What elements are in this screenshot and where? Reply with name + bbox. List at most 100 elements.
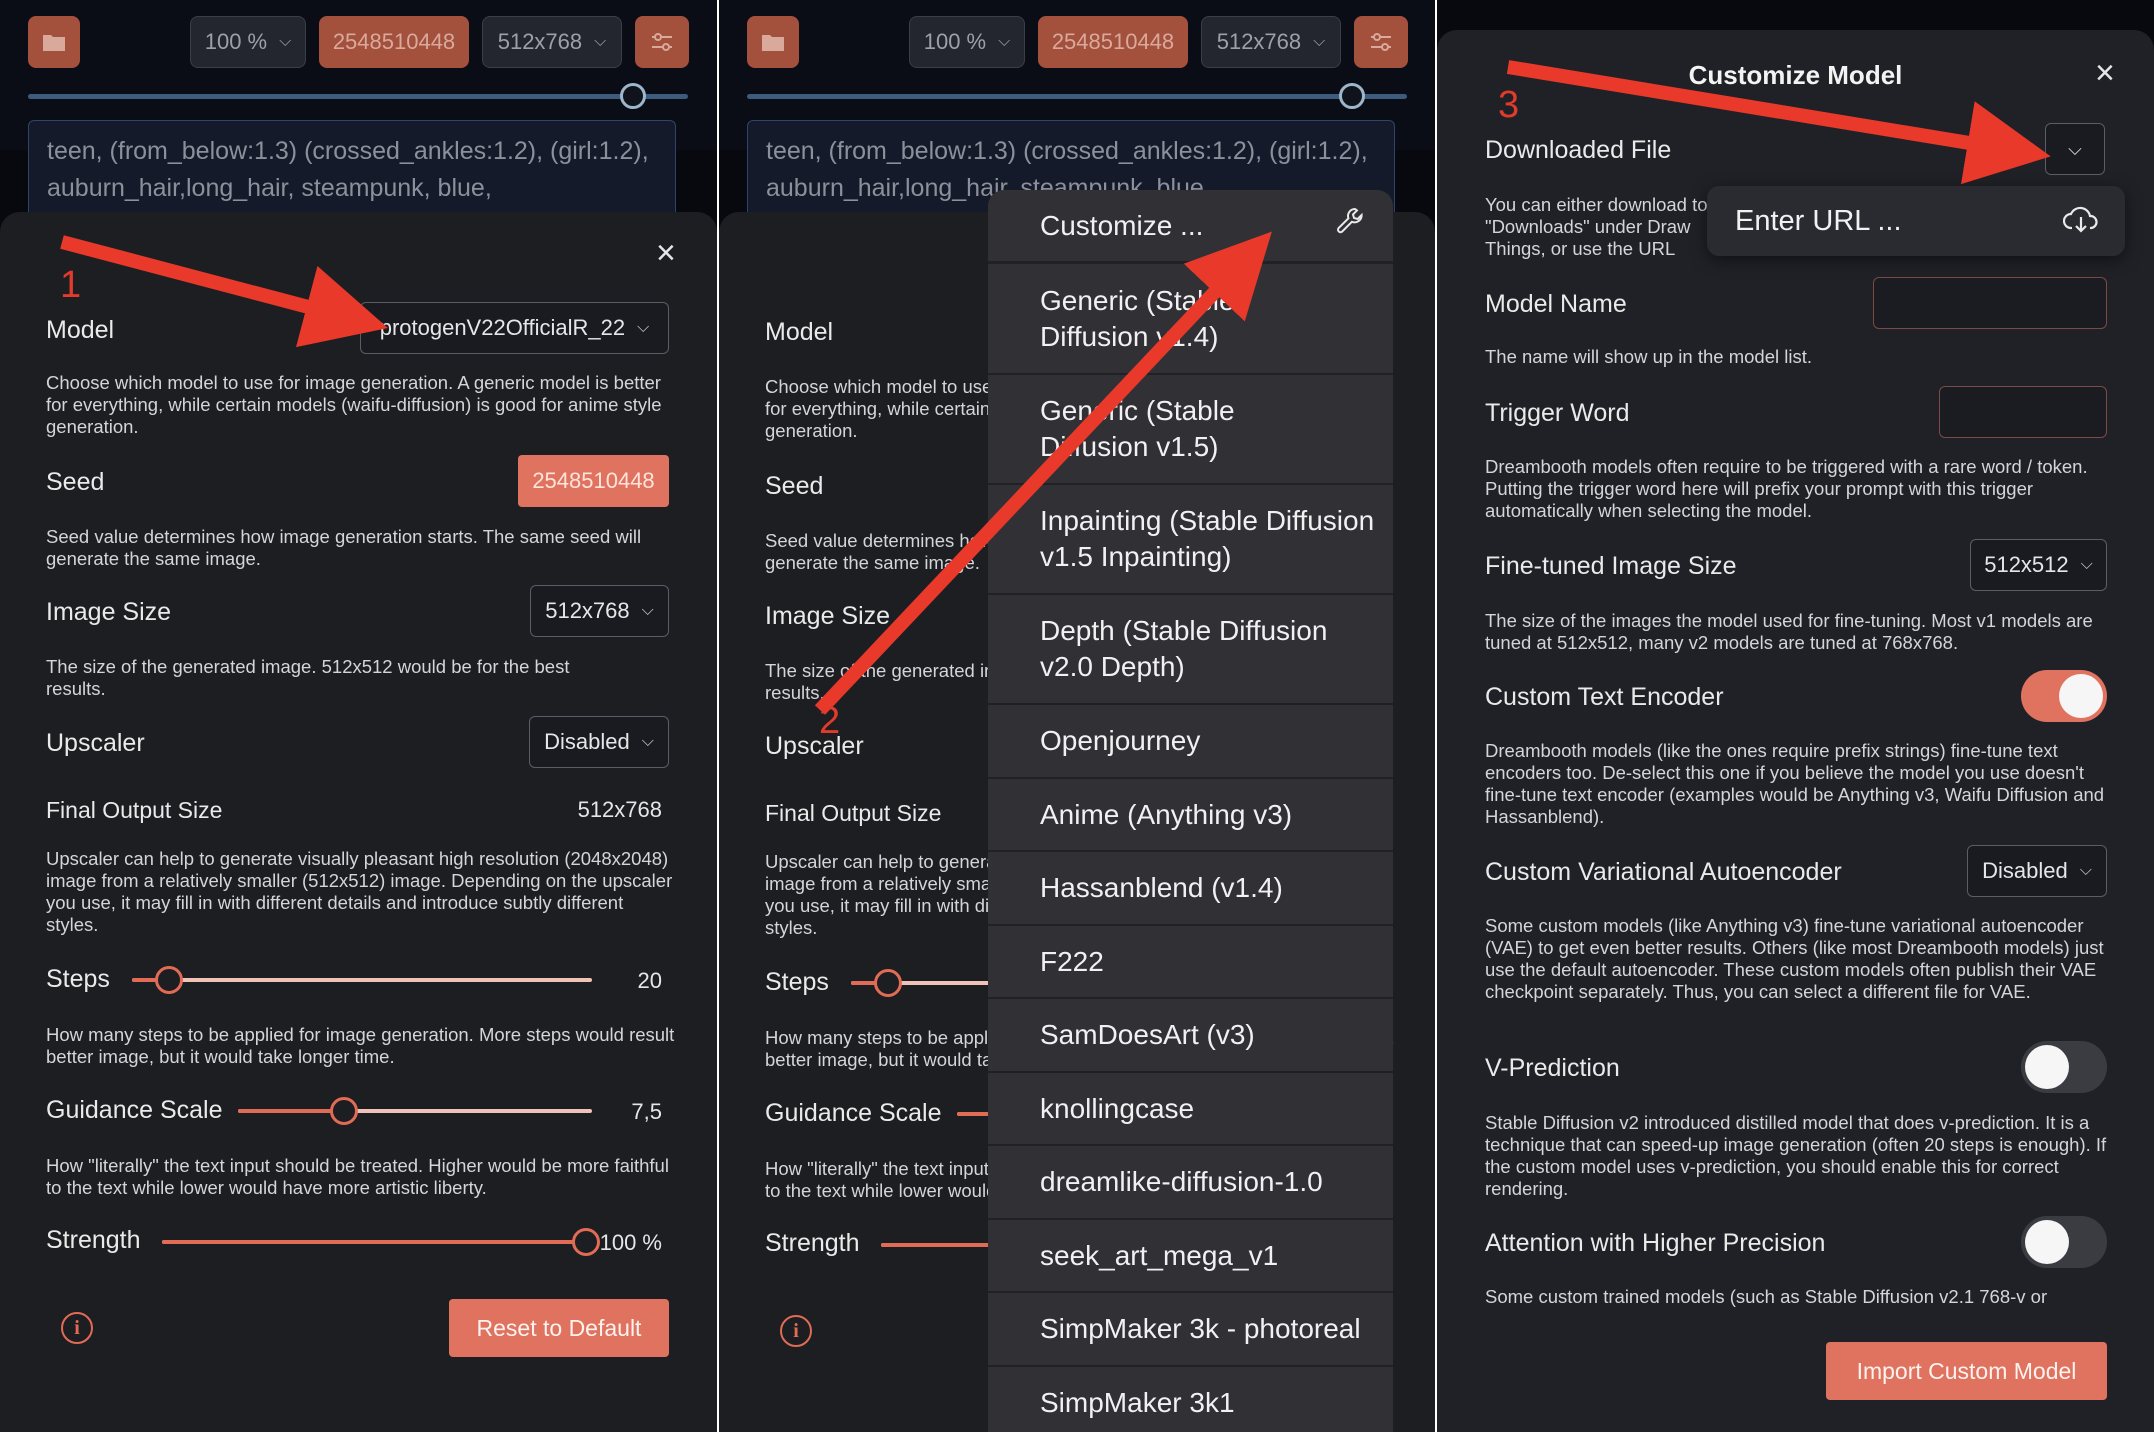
guidance-description: How "literally" the text input should be…: [46, 1155, 669, 1198]
size-select[interactable]: 512x768 ⌵: [1201, 16, 1341, 68]
step-number-2: 2: [819, 700, 841, 742]
menu-item-label: Depth (Stable Diffusion v2.0 Depth): [1040, 615, 1328, 682]
menu-item-model[interactable]: Openjourney: [988, 705, 1393, 779]
upscaler-select[interactable]: Disabled ⌵: [529, 716, 669, 768]
steps-slider-thumb[interactable]: [154, 966, 183, 994]
chevron-down-icon: ⌵: [2068, 138, 2082, 159]
guidance-slider[interactable]: [238, 1097, 592, 1125]
wrench-icon: [1335, 206, 1365, 245]
progress-slider[interactable]: [747, 94, 1407, 99]
top-toolbar: 100 % ⌵ 2548510448 512x768 ⌵ teen, (from_b…: [0, 0, 717, 220]
zoom-select[interactable]: 100 % ⌵: [909, 16, 1025, 68]
custom-vae-select[interactable]: Disabled ⌵: [1967, 845, 2107, 897]
info-icon[interactable]: i: [780, 1315, 812, 1347]
model-name-description: The name will show up in the model list.: [1485, 346, 1812, 367]
menu-item-model[interactable]: dreamlike-diffusion-1.0: [988, 1146, 1393, 1220]
menu-item-model[interactable]: SamDoesArt (v3): [988, 999, 1393, 1073]
guidance-label: Guidance Scale: [765, 1099, 942, 1127]
model-select[interactable]: protogenV22OfficialR_22 ⌵: [360, 302, 669, 354]
menu-item-model[interactable]: Generic (Stable Diffusion v1.4): [988, 264, 1393, 375]
strength-label: Strength: [765, 1229, 860, 1257]
progress-slider-thumb[interactable]: [1339, 83, 1365, 109]
info-icon[interactable]: i: [61, 1312, 93, 1344]
seed-field[interactable]: 2548510448: [518, 455, 669, 507]
custom-vae-value: Disabled: [1982, 858, 2068, 883]
v-prediction-toggle[interactable]: [2021, 1041, 2107, 1093]
menu-item-label: SamDoesArt (v3): [1040, 1019, 1255, 1050]
settings-panel: 100 % ⌵ 2548510448 512x768 ⌵ teen, (from_b…: [0, 0, 717, 1432]
settings-toggle-button[interactable]: [1354, 16, 1408, 68]
menu-item-model[interactable]: Depth (Stable Diffusion v2.0 Depth): [988, 595, 1393, 705]
guidance-slider-thumb[interactable]: [330, 1097, 359, 1125]
prompt-input[interactable]: teen, (from_below:1.3) (crossed_ankles:1…: [28, 120, 676, 220]
attention-precision-description: Some custom trained models (such as Stab…: [1485, 1286, 2048, 1307]
menu-item-model[interactable]: F222: [988, 926, 1393, 999]
v-prediction-label: V-Prediction: [1485, 1054, 1620, 1082]
fine-tuned-size-value: 512x512: [1984, 552, 2069, 577]
steps-slider-thumb[interactable]: [873, 969, 902, 997]
step-number-3: 3: [1498, 84, 1520, 126]
model-name-input[interactable]: [1873, 277, 2107, 329]
folder-button[interactable]: [747, 16, 799, 68]
menu-item-model[interactable]: Hassanblend (v1.4): [988, 852, 1393, 926]
folder-button[interactable]: [28, 16, 80, 68]
fine-tuned-size-select[interactable]: 512x512 ⌵: [1970, 539, 2107, 591]
size-value: 512x768: [497, 29, 583, 54]
folder-icon: [43, 35, 65, 51]
progress-slider-thumb[interactable]: [620, 83, 646, 109]
custom-text-encoder-toggle[interactable]: [2021, 670, 2107, 722]
close-icon[interactable]: ×: [656, 234, 676, 273]
menu-item-label: Hassanblend (v1.4): [1040, 872, 1283, 903]
menu-item-model[interactable]: knollingcase: [988, 1073, 1393, 1146]
menu-item-customize[interactable]: Customize ...: [988, 190, 1393, 264]
trigger-word-input[interactable]: [1939, 386, 2107, 438]
chevron-down-icon: ⌵: [637, 319, 650, 336]
steps-value: 20: [637, 968, 662, 993]
chevron-down-icon: ⌵: [641, 733, 654, 750]
size-select[interactable]: 512x768 ⌵: [482, 16, 622, 68]
image-size-label: Image Size: [46, 598, 172, 626]
menu-item-model[interactable]: Inpainting (Stable Diffusion v1.5 Inpain…: [988, 485, 1393, 595]
downloaded-file-select[interactable]: ⌵: [2045, 123, 2105, 175]
chevron-down-icon: ⌵: [2080, 556, 2093, 573]
menu-item-model[interactable]: SimpMaker 3k - photoreal: [988, 1293, 1393, 1367]
model-label: Model: [46, 316, 115, 344]
image-size-select[interactable]: 512x768 ⌵: [530, 585, 669, 637]
steps-slider[interactable]: [132, 966, 592, 994]
menu-item-label: Inpainting (Stable Diffusion v1.5 Inpain…: [1040, 505, 1375, 572]
menu-item-model[interactable]: seek_art_mega_v1: [988, 1220, 1393, 1293]
strength-slider-fill: [162, 1240, 586, 1244]
downloaded-file-description: You can either download to "Downloads" u…: [1485, 194, 1713, 262]
menu-item-label: knollingcase: [1040, 1092, 1195, 1124]
sliders-icon: [1371, 33, 1391, 51]
menu-item-label: seek_art_mega_v1: [1040, 1239, 1279, 1271]
model-description: Choose which model to use for image gene…: [46, 372, 662, 437]
attention-precision-toggle[interactable]: [2021, 1216, 2107, 1268]
seed-button[interactable]: 2548510448: [1038, 16, 1188, 68]
sheet-title: Customize Model: [1688, 60, 1903, 90]
menu-item-model[interactable]: Anime (Anything v3): [988, 779, 1393, 852]
reset-to-default-button[interactable]: Reset to Default: [449, 1299, 669, 1357]
enter-url-popover[interactable]: Enter URL ...: [1707, 186, 2125, 256]
cloud-download-icon: [2062, 204, 2099, 244]
steps-label: Steps: [765, 968, 829, 996]
menu-item-label: SimpMaker 3k - photoreal: [1040, 1313, 1361, 1344]
import-custom-model-button[interactable]: Import Custom Model: [1826, 1342, 2107, 1400]
chevron-down-icon: ⌵: [2079, 862, 2092, 879]
close-icon[interactable]: ×: [2095, 54, 2115, 93]
customize-model-panel: Customize Model × Downloaded File ⌵ You …: [1437, 0, 2154, 1432]
guidance-label: Guidance Scale: [46, 1096, 223, 1124]
seed-button[interactable]: 2548510448: [319, 16, 469, 68]
settings-toggle-button[interactable]: [635, 16, 689, 68]
menu-item-label: Anime (Anything v3): [1040, 798, 1293, 830]
zoom-select[interactable]: 100 % ⌵: [190, 16, 306, 68]
menu-item-model[interactable]: SimpMaker 3k1: [988, 1367, 1393, 1432]
trigger-word-description: Dreambooth models often require to be tr…: [1485, 456, 2088, 521]
menu-item-model[interactable]: Generic (Stable Diffusion v1.5): [988, 375, 1393, 485]
upscaler-value: Disabled: [544, 729, 630, 754]
progress-slider[interactable]: [28, 94, 688, 99]
settings-sheet: × Model protogenV22OfficialR_22 ⌵ Choose …: [0, 212, 717, 1432]
image-size-description: The size of the generated image. 512x512…: [46, 656, 570, 699]
seed-label: Seed: [46, 468, 105, 496]
strength-slider[interactable]: [162, 1228, 600, 1256]
